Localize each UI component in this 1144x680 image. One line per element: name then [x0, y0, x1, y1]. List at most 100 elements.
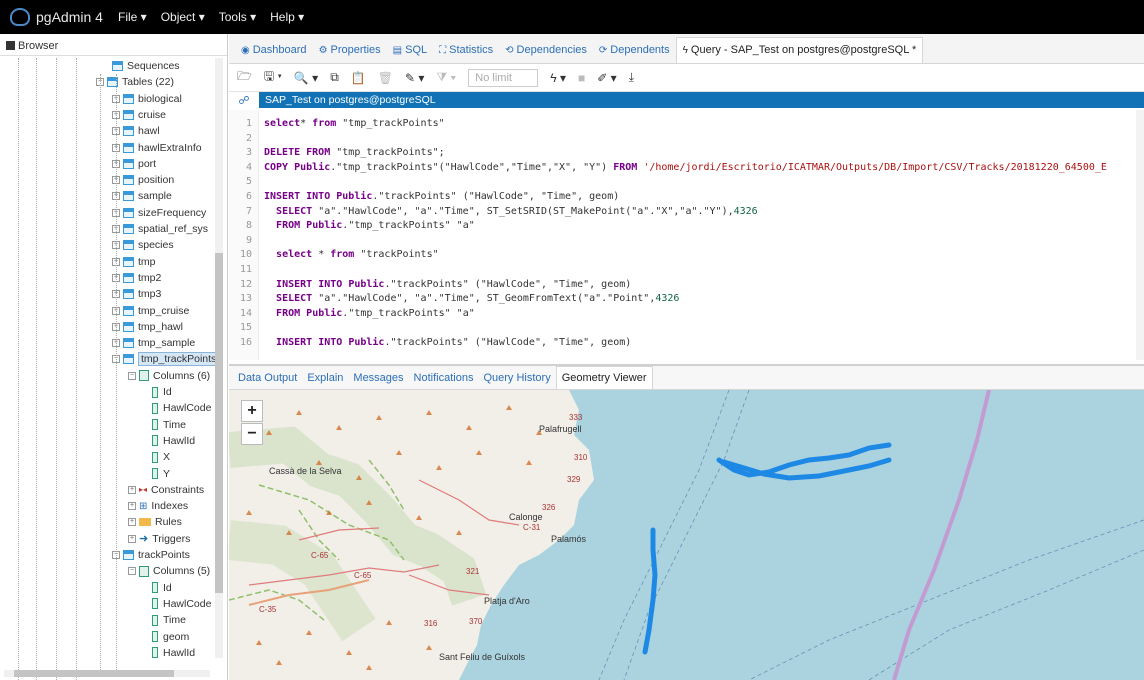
tree-item[interactable]: − Columns (6): [128, 368, 210, 384]
tree-item[interactable]: Id: [152, 384, 172, 400]
tree-item[interactable]: HawlId: [152, 433, 195, 449]
code-line[interactable]: FROM Public."tmp_trackPoints" "a": [264, 220, 475, 231]
save-icon[interactable]: 🖫 ▾: [264, 67, 282, 88]
row-limit-select[interactable]: No limit: [468, 68, 539, 87]
tree-item[interactable]: + tmp_sample: [112, 335, 195, 351]
code-line[interactable]: DELETE FROM "tmp_trackPoints";: [264, 147, 445, 158]
tree-item[interactable]: + Rules: [128, 514, 182, 530]
tree-item[interactable]: − Columns (5): [128, 563, 210, 579]
tab-sql[interactable]: ▤ SQL: [387, 44, 433, 63]
code-line[interactable]: INSERT INTO Public."trackPoints" ("HawlC…: [264, 191, 619, 202]
scrollbar-thumb[interactable]: [215, 253, 223, 593]
open-file-icon[interactable]: 🗁: [237, 67, 252, 88]
tree-item[interactable]: X: [152, 449, 170, 465]
output-tab-query-history[interactable]: Query History: [478, 372, 555, 389]
expand-toggle-icon[interactable]: −: [128, 567, 136, 576]
code-line[interactable]: INSERT INTO Public."trackPoints" ("HawlC…: [264, 279, 631, 290]
road-label: 310: [574, 453, 588, 462]
output-tab-explain[interactable]: Explain: [302, 372, 348, 389]
clear-icon[interactable]: ✐ ▾: [597, 71, 616, 85]
code-line[interactable]: select * from "trackPoints": [264, 249, 439, 260]
expand-toggle-icon[interactable]: +: [128, 485, 136, 494]
tab-label: SQL: [405, 44, 428, 56]
tab-statistics[interactable]: ⛶ Statistics: [433, 44, 499, 63]
tree-item[interactable]: Id: [152, 580, 172, 596]
tab-dashboard[interactable]: ◉ Dashboard: [235, 44, 313, 63]
tab-properties[interactable]: ⚙ Properties: [313, 44, 387, 63]
tree-item[interactable]: + position: [112, 172, 174, 188]
tree-item[interactable]: + biological: [112, 91, 182, 107]
code-line[interactable]: select* from "tmp_trackPoints": [264, 118, 445, 129]
execute-icon[interactable]: ϟ ▾: [550, 71, 566, 85]
stop-icon[interactable]: ■: [578, 71, 585, 85]
tree-item[interactable]: + ⊞ Indexes: [128, 498, 188, 514]
tree-item[interactable]: + tmp2: [112, 270, 161, 286]
tab-query[interactable]: ϟ Query - SAP_Test on postgres@postgreSQL…: [675, 37, 924, 63]
output-tab-notifications[interactable]: Notifications: [409, 372, 479, 389]
geometry-map[interactable]: Palafrugell Cassà de la Selva Calonge Pa…: [229, 390, 1144, 680]
tree-item[interactable]: + hawl: [112, 123, 160, 139]
filter-icon[interactable]: ⧩ ▾: [436, 70, 456, 85]
output-tab-data-output[interactable]: Data Output: [233, 372, 302, 389]
expand-toggle-icon[interactable]: +: [128, 518, 136, 527]
menu-tools[interactable]: Tools ▾: [219, 10, 256, 24]
tab-dependents[interactable]: ⟳ Dependents: [593, 44, 676, 63]
tree-item[interactable]: − trackPoints: [112, 547, 190, 563]
tree-item[interactable]: + hawlExtraInfo: [112, 140, 202, 156]
zoom-in-button[interactable]: +: [241, 400, 263, 422]
edit-icon[interactable]: ✎ ▾: [405, 71, 424, 85]
editor-scrollbar[interactable]: [1136, 110, 1144, 360]
tree-item[interactable]: + port: [112, 156, 156, 172]
tree-item[interactable]: HawlCode: [152, 596, 211, 612]
browser-scrollbar[interactable]: [215, 58, 223, 658]
expand-toggle-icon[interactable]: +: [128, 534, 136, 543]
connection-icon[interactable]: ☍: [229, 94, 259, 107]
tree-item[interactable]: + ▸◂ Constraints: [128, 482, 204, 498]
code-line[interactable]: SELECT "a"."HawlCode", "a"."Time", ST_Ge…: [264, 293, 679, 304]
tree-item[interactable]: Sequences: [112, 58, 180, 74]
tree-item[interactable]: + tmp: [112, 254, 156, 270]
tree-item[interactable]: Y: [152, 466, 170, 482]
sql-editor[interactable]: 1 2 3 4 5 6 7 8 9 10 11 12 13 14 15 16 select* from "tm…: [229, 110, 1144, 360]
output-tab-messages[interactable]: Messages: [348, 372, 408, 389]
tree-item[interactable]: + tmp_hawl: [112, 319, 183, 335]
tree-item[interactable]: geom: [152, 629, 189, 645]
menu-object[interactable]: Object ▾: [161, 10, 205, 24]
tree-item[interactable]: HawlId: [152, 645, 195, 661]
menu-help[interactable]: Help ▾: [270, 10, 304, 24]
code-line[interactable]: INSERT INTO Public."trackPoints" ("HawlC…: [264, 337, 631, 348]
tab-dependencies[interactable]: ⟲ Dependencies: [499, 44, 593, 63]
code-line[interactable]: COPY Public."tmp_trackPoints"("HawlCode"…: [264, 162, 1107, 173]
expand-toggle-icon[interactable]: −: [128, 371, 136, 380]
connection-label[interactable]: SAP_Test on postgres@postgreSQL: [259, 92, 1144, 108]
tree-item[interactable]: + spatial_ref_sys: [112, 221, 208, 237]
browser-hscrollbar[interactable]: [4, 670, 210, 677]
download-icon[interactable]: ⤓: [629, 70, 634, 85]
hscrollbar-thumb[interactable]: [14, 670, 174, 677]
tree-item[interactable]: + species: [112, 237, 174, 253]
tree-item[interactable]: + tmp_cruise: [112, 303, 189, 319]
tree-item[interactable]: − tmp_trackPoints: [112, 351, 220, 367]
find-icon[interactable]: 🔍 ▾: [294, 71, 318, 85]
code-line[interactable]: SELECT "a"."HawlCode", "a"."Time", ST_Se…: [264, 206, 758, 217]
table-icon: [123, 289, 134, 300]
tree-item[interactable]: + sample: [112, 188, 172, 204]
tree-item[interactable]: + ➜ Triggers: [128, 531, 190, 547]
tree-item[interactable]: − Tables (22): [96, 74, 174, 90]
paste-icon[interactable]: 📋: [351, 71, 366, 85]
tree-item[interactable]: + sizeFrequency: [112, 205, 206, 221]
tree-item[interactable]: HawlCode: [152, 400, 211, 416]
output-tab-geometry-viewer[interactable]: Geometry Viewer: [555, 366, 653, 389]
tree-item[interactable]: Time: [152, 417, 186, 433]
zoom-out-button[interactable]: −: [241, 423, 263, 445]
tab-label: Statistics: [449, 44, 494, 56]
code-token: Public: [306, 220, 343, 232]
delete-icon[interactable]: 🗑: [378, 71, 393, 85]
expand-toggle-icon[interactable]: +: [128, 502, 136, 511]
tree-item[interactable]: Time: [152, 612, 186, 628]
menu-file[interactable]: File ▾: [118, 10, 147, 24]
code-line[interactable]: FROM Public."tmp_trackPoints" "a": [264, 308, 475, 319]
copy-icon[interactable]: ⧉: [330, 70, 339, 85]
tree-item[interactable]: + cruise: [112, 107, 166, 123]
tree-item[interactable]: + tmp3: [112, 286, 161, 302]
